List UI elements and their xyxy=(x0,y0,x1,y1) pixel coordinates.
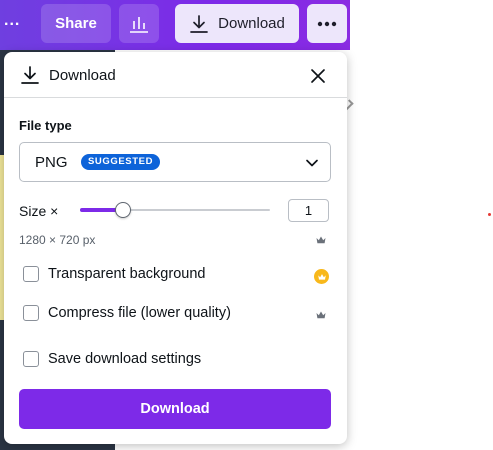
pixel-dimensions: 1280 × 720 px xyxy=(19,233,96,247)
file-type-value: PNG xyxy=(35,154,68,171)
share-button[interactable]: Share xyxy=(41,4,111,43)
option-save-download-settings[interactable]: Save download settings xyxy=(23,351,201,367)
size-multiplier-input[interactable]: 1 xyxy=(288,199,329,222)
file-type-select[interactable]: PNG SUGGESTED xyxy=(19,142,331,182)
more-options-button[interactable] xyxy=(307,4,347,43)
crown-icon xyxy=(316,236,326,244)
file-type-label: File type xyxy=(19,118,72,133)
panel-title: Download xyxy=(49,67,116,84)
panel-header: Download xyxy=(4,52,347,98)
more-horizontal-icon xyxy=(317,21,337,26)
crown-icon xyxy=(316,311,326,319)
size-slider[interactable] xyxy=(80,202,270,218)
download-icon xyxy=(21,66,39,84)
compress-file-checkbox[interactable] xyxy=(23,305,39,321)
cursor-dot xyxy=(488,213,491,216)
transparent-background-checkbox[interactable] xyxy=(23,266,39,282)
menu-ellipsis[interactable]: ... xyxy=(4,12,20,30)
size-label: Size × xyxy=(19,203,59,219)
toolbar-download-button[interactable]: Download xyxy=(175,4,299,43)
download-panel: Download File type PNG SUGGESTED Size × … xyxy=(4,52,347,444)
bar-chart-icon xyxy=(130,16,148,33)
suggested-badge: SUGGESTED xyxy=(81,154,161,170)
save-settings-label: Save download settings xyxy=(48,351,202,367)
insights-button[interactable] xyxy=(119,4,159,43)
toolbar-download-label: Download xyxy=(218,15,285,32)
crown-gold-icon xyxy=(314,269,329,284)
compress-file-label: Compress file (lower quality) xyxy=(48,305,231,321)
close-icon[interactable] xyxy=(307,65,329,87)
chevron-down-icon xyxy=(306,159,318,167)
slider-thumb[interactable] xyxy=(114,202,131,218)
transparent-background-label: Transparent background xyxy=(48,266,206,282)
download-icon xyxy=(190,14,208,33)
download-button[interactable]: Download xyxy=(19,389,331,429)
option-transparent-background[interactable]: Transparent background xyxy=(23,266,205,282)
option-compress-file[interactable]: Compress file (lower quality) xyxy=(23,305,231,321)
save-settings-checkbox[interactable] xyxy=(23,351,39,367)
